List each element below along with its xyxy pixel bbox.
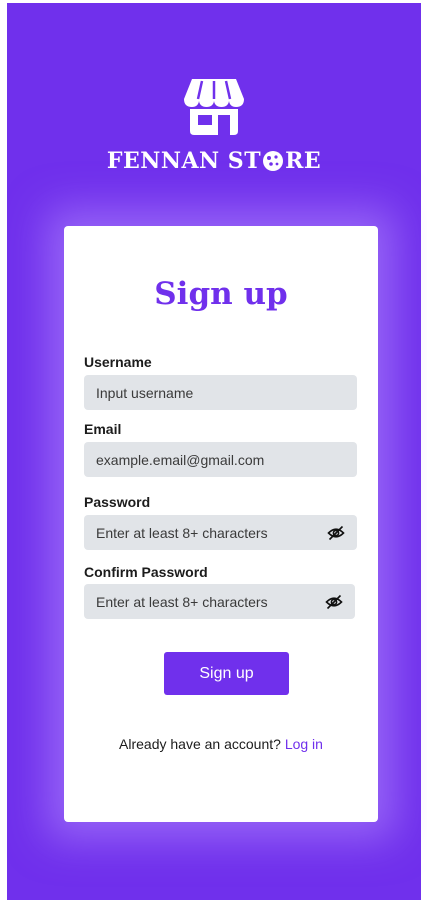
confirm-password-field [84, 584, 355, 619]
email-field [84, 442, 357, 477]
eye-slash-icon[interactable] [327, 524, 345, 542]
password-label: Password [84, 494, 151, 510]
cookie-icon [263, 151, 284, 171]
username-field [84, 375, 357, 410]
username-input[interactable] [96, 384, 345, 401]
email-label: Email [84, 421, 122, 437]
brand-header: FENNAN ST RE [7, 73, 421, 175]
brand-name: FENNAN ST RE [7, 147, 421, 175]
confirm-password-label: Confirm Password [84, 564, 208, 580]
brand-name-part-1: FENNAN ST [106, 148, 262, 174]
page-title: Sign up [154, 276, 288, 312]
eye-slash-icon[interactable] [325, 593, 343, 611]
username-label: Username [84, 354, 152, 370]
signup-card: Sign up Username Email Password Confirm … [64, 226, 378, 822]
password-field [84, 515, 357, 550]
login-prompt: Already have an account? Log in [64, 736, 378, 752]
login-prompt-text: Already have an account? [119, 736, 281, 752]
login-link[interactable]: Log in [285, 736, 323, 752]
email-input[interactable] [96, 451, 345, 468]
signup-button[interactable]: Sign up [164, 652, 289, 695]
signup-screen: FENNAN ST RE Sign up Username Email Pass… [7, 3, 421, 900]
confirm-password-input[interactable] [96, 593, 319, 610]
brand-name-part-2: RE [285, 148, 322, 174]
password-input[interactable] [96, 524, 321, 541]
store-icon [184, 79, 244, 135]
